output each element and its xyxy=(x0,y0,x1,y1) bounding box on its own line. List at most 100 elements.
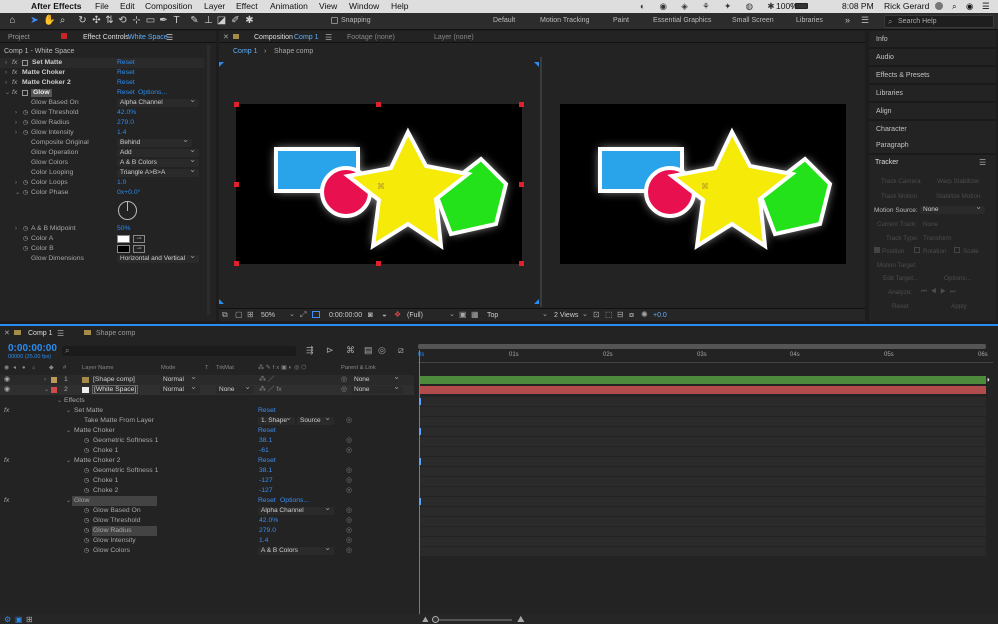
timeline-search-field[interactable]: ⌕ xyxy=(62,346,296,356)
snapping-checkbox[interactable] xyxy=(331,17,338,24)
panel-libraries[interactable]: Libraries xyxy=(869,85,996,102)
expand-icon[interactable]: › xyxy=(5,68,7,78)
menu-help[interactable]: Help xyxy=(391,1,408,11)
expand-icon[interactable]: › xyxy=(15,118,17,128)
prop-value[interactable]: -127 xyxy=(259,486,273,496)
tab-footage[interactable]: Footage (none) xyxy=(347,34,395,41)
trkmat-dropdown[interactable]: None xyxy=(216,383,254,394)
prop-value[interactable]: 279.0 xyxy=(117,118,134,128)
effect-row-set-matte[interactable]: fx ⌄ Set Matte Reset xyxy=(0,406,414,416)
reset-link[interactable]: Reset xyxy=(117,78,135,88)
prop-value[interactable]: -61 xyxy=(259,446,269,456)
dolly-camera-icon[interactable]: ⇅ xyxy=(104,15,115,27)
tab-shape-comp[interactable]: Shape comp xyxy=(96,330,135,337)
panel-menu-icon[interactable]: ☰ xyxy=(57,329,64,338)
roi-icon[interactable]: ▣ xyxy=(459,310,467,319)
expression-pickwhip-icon[interactable]: ◎ xyxy=(346,476,352,486)
panel-scrollbar[interactable] xyxy=(207,45,210,315)
label-color[interactable] xyxy=(51,387,57,393)
expand-icon[interactable]: › xyxy=(5,58,7,68)
glow-based-on-dropdown[interactable]: Alpha Channel xyxy=(258,504,334,515)
pixel-aspect-icon[interactable]: ⊡ xyxy=(593,310,600,319)
current-time[interactable]: 0:00:00:00 xyxy=(329,312,362,319)
workspace-small-screen[interactable]: Small Screen xyxy=(732,17,774,24)
glow-colors-dropdown[interactable]: A & B Colors xyxy=(258,544,334,555)
layer-switches[interactable]: ⁂ ／ xyxy=(259,375,274,385)
take-matte-layer-dropdown[interactable]: 1. Shape xyxy=(258,414,295,425)
comp-mini-flowchart-icon[interactable]: ⇶ xyxy=(306,345,314,356)
menu-file[interactable]: File xyxy=(95,1,109,11)
color-phase-dial[interactable] xyxy=(118,201,137,220)
prop-row[interactable]: ◷ Geometric Softness 1 38.1 ◎ xyxy=(0,466,414,476)
lock-icon[interactable]: ⌂ xyxy=(32,365,36,371)
tracker-options-button[interactable]: Options... xyxy=(944,275,971,282)
view-divider[interactable] xyxy=(540,57,542,307)
prop-row[interactable]: ◷ Glow Radius 279.0 ◎ xyxy=(0,526,414,536)
expand-icon[interactable]: › xyxy=(15,108,17,118)
handle[interactable] xyxy=(376,261,381,266)
layer-row[interactable]: ◉ › 1 [Shape comp] Normal ⁂ ／ ◎ None xyxy=(0,373,414,385)
roto-brush-icon[interactable]: ✐ xyxy=(230,15,241,27)
menu-effect[interactable]: Effect xyxy=(236,1,258,11)
show-snapshot-icon[interactable]: ◒ xyxy=(382,310,387,319)
prop-value[interactable]: -127 xyxy=(259,476,273,486)
always-preview-icon[interactable]: ⧉ xyxy=(222,310,228,320)
hand-tool-icon[interactable]: ✋ xyxy=(43,15,55,27)
prop-value[interactable]: 42.0% xyxy=(117,108,136,118)
options-link[interactable]: Options... xyxy=(280,496,309,506)
panel-audio[interactable]: Audio xyxy=(869,49,996,66)
tab-comp-1[interactable]: Comp 1 xyxy=(28,330,53,337)
track-motion-button[interactable]: Track Motion xyxy=(881,193,917,200)
menu-window[interactable]: Window xyxy=(349,1,379,11)
expand-icon[interactable]: › xyxy=(44,375,46,385)
snapshot-icon[interactable]: ◙ xyxy=(368,310,373,319)
expand-icon[interactable]: › xyxy=(15,178,17,188)
prop-row[interactable]: ◷ Glow Based On Alpha Channel ◎ xyxy=(0,504,414,516)
grid-icon[interactable]: ⊞ xyxy=(247,310,254,319)
shape-tool-icon[interactable]: ▭ xyxy=(145,15,156,27)
handle[interactable] xyxy=(376,102,381,107)
prop-value[interactable]: 42.0% xyxy=(259,516,278,526)
fx-icon[interactable]: fx xyxy=(4,406,9,416)
collapse-icon[interactable]: ⌄ xyxy=(66,406,71,416)
views-layout-dropdown[interactable]: 2 Views xyxy=(554,312,578,319)
expand-icon[interactable]: › xyxy=(15,128,17,138)
layer-bar-white-space[interactable] xyxy=(420,386,986,394)
expression-pickwhip-icon[interactable]: ◎ xyxy=(346,506,352,516)
reset-link[interactable]: Reset xyxy=(117,58,135,68)
fx-icon[interactable]: fx xyxy=(12,78,17,88)
effect-glow[interactable]: ⌄ fx Glow Reset Options... xyxy=(0,88,204,98)
expression-pickwhip-icon[interactable]: ◎ xyxy=(346,486,352,496)
reset-link[interactable]: Reset xyxy=(258,456,276,466)
tab-layer-name[interactable]: White Space xyxy=(128,34,168,41)
workspace-paint[interactable]: Paint xyxy=(613,17,629,24)
motion-blur-icon[interactable]: ◎ xyxy=(378,345,386,356)
track-type-value[interactable]: Transform xyxy=(923,235,951,242)
zoom-slider-thumb[interactable] xyxy=(432,616,439,623)
fast-previews-icon[interactable]: ⬚ xyxy=(605,310,613,319)
color-looping-dropdown[interactable]: Triangle A>B>A xyxy=(117,166,199,177)
stopwatch-icon[interactable]: ◷ xyxy=(84,446,89,456)
expression-pickwhip-icon[interactable]: ◎ xyxy=(346,436,352,446)
stopwatch-icon[interactable]: ◷ xyxy=(84,466,89,476)
graph-editor-icon[interactable]: ⧄ xyxy=(398,345,404,356)
workspace-motion-tracking[interactable]: Motion Tracking xyxy=(540,17,589,24)
handle[interactable] xyxy=(519,261,524,266)
stopwatch-icon[interactable]: ◷ xyxy=(23,128,28,138)
stopwatch-icon[interactable]: ◷ xyxy=(84,536,89,546)
switches-toggle-icon[interactable]: ▣ xyxy=(15,615,23,624)
more-workspaces-icon[interactable]: » xyxy=(845,15,850,25)
draft-3d-icon[interactable]: ⊳ xyxy=(326,345,334,356)
orbit-camera-icon[interactable]: ↻ xyxy=(77,15,88,27)
out-point-marker-icon[interactable]: ◗ xyxy=(986,375,991,384)
prop-value[interactable]: 279.0 xyxy=(259,526,276,536)
parent-dropdown[interactable]: None xyxy=(351,383,403,394)
glow-colors-dropdown[interactable]: A & B Colors xyxy=(117,156,199,167)
prop-value[interactable]: 38.1 xyxy=(259,466,272,476)
menu-list-icon[interactable]: ☰ xyxy=(982,1,990,12)
resolution-dropdown[interactable]: (Full) xyxy=(407,312,423,319)
tab-project[interactable]: Project xyxy=(8,34,30,41)
eye-icon[interactable]: ◉ xyxy=(4,375,10,385)
stopwatch-icon[interactable]: ◷ xyxy=(23,188,28,198)
brush-tool-icon[interactable]: ✎ xyxy=(189,15,200,27)
